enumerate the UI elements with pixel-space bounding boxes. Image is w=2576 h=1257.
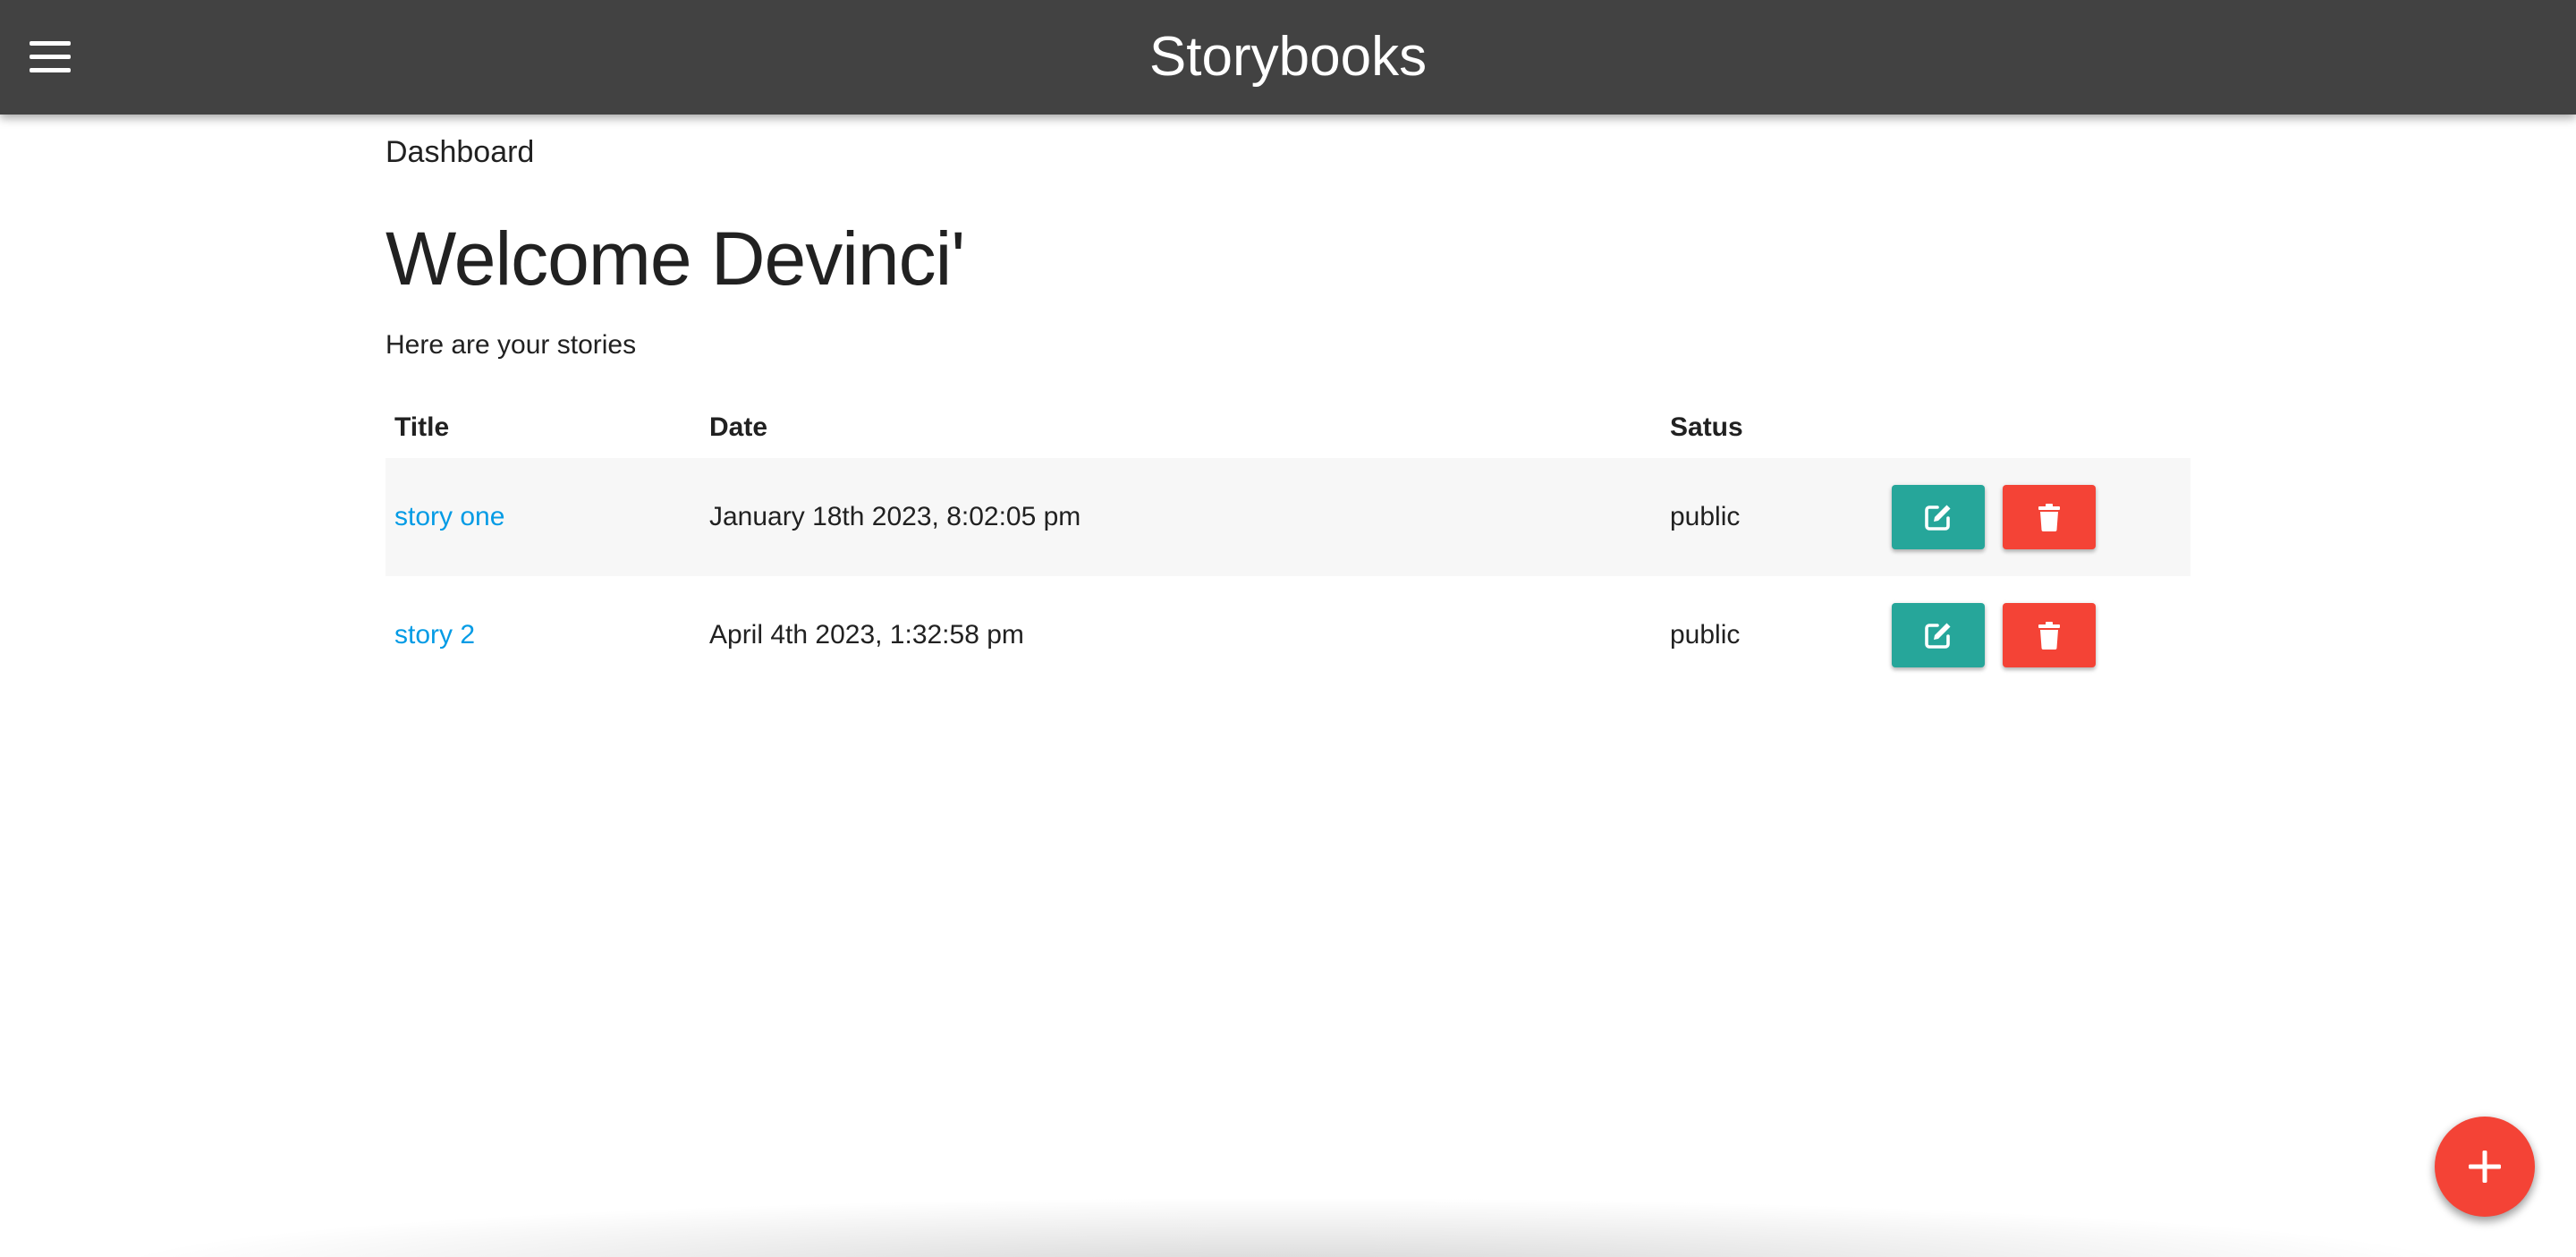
column-header-status: Satus [1670,412,1743,442]
column-header-date: Date [709,412,768,442]
edit-icon [1925,623,1951,649]
hamburger-menu-icon [30,41,71,72]
edit-story-button[interactable] [1892,485,1985,549]
navbar: Storybooks [0,0,2576,115]
story-title-link[interactable]: story 2 [394,620,475,650]
bottom-edge-shadow [125,1199,2451,1257]
breadcrumb: Dashboard [386,135,535,169]
page-title: Welcome Devinci' [386,217,965,301]
column-header-title: Title [394,412,450,442]
story-status: public [1661,458,1883,576]
delete-story-button[interactable] [2003,603,2096,667]
trash-icon [2038,504,2060,531]
stories-table: Title Date Satus story one January 18th … [386,397,2190,694]
edit-story-button[interactable] [1892,603,1985,667]
row-actions [1892,603,2182,667]
delete-story-button[interactable] [2003,485,2096,549]
row-actions [1892,485,2182,549]
story-date: January 18th 2023, 8:02:05 pm [700,458,1661,576]
column-header-actions [1883,397,2190,458]
main-content: Dashboard Welcome Devinci' Here are your… [386,115,2190,694]
table-row: story one January 18th 2023, 8:02:05 pm … [386,458,2190,576]
story-title-link[interactable]: story one [394,502,504,531]
add-story-button[interactable] [2435,1117,2535,1217]
brand-logo-link[interactable]: Storybooks [1149,26,1427,88]
table-row: story 2 April 4th 2023, 1:32:58 pm publi… [386,576,2190,694]
story-date: April 4th 2023, 1:32:58 pm [709,620,1024,650]
trash-icon [2038,622,2060,650]
table-header-row: Title Date Satus [386,397,2190,458]
menu-button[interactable] [23,30,77,84]
edit-icon [1925,505,1951,531]
plus-icon [2469,1151,2501,1183]
page-subtitle: Here are your stories [386,330,637,360]
page: Storybooks Dashboard Welcome Devinci' He… [0,0,2576,1257]
story-status: public [1670,620,1741,650]
